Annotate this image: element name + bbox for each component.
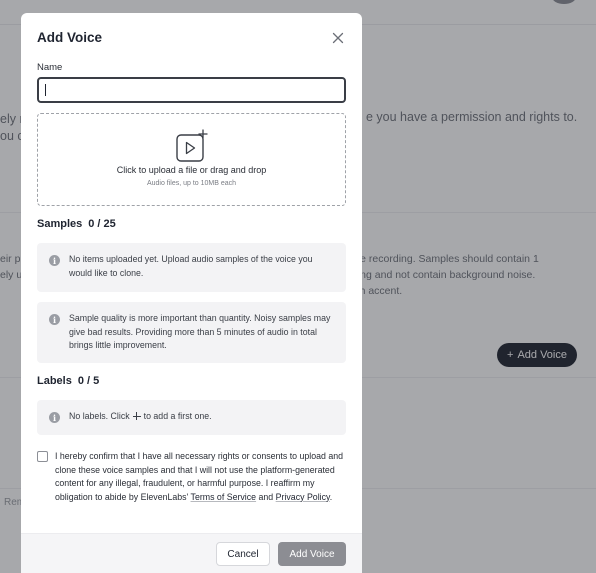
info-icon: i [49, 412, 60, 423]
modal-title: Add Voice [37, 30, 103, 45]
name-input[interactable] [37, 77, 346, 103]
sample-quality-message: Sample quality is more important than qu… [69, 313, 331, 350]
samples-empty-notice: i No items uploaded yet. Upload audio sa… [37, 243, 346, 292]
labels-empty-before: No labels. Click [69, 411, 130, 421]
samples-heading-label: Samples [37, 218, 83, 230]
samples-empty-message: No items uploaded yet. Upload audio samp… [69, 254, 313, 278]
cancel-button[interactable]: Cancel [216, 542, 270, 566]
consent-text: I hereby confirm that I have all necessa… [55, 450, 349, 504]
labels-count: 0 / 5 [77, 375, 100, 387]
labels-empty-after: to add a first one. [143, 411, 212, 421]
consent-end: . [329, 491, 333, 502]
info-icon: i [49, 314, 60, 325]
samples-heading: Samples 0 / 25 [37, 218, 116, 230]
close-icon [332, 32, 344, 44]
consent-and: and [258, 491, 274, 502]
consent-checkbox[interactable] [37, 451, 48, 462]
terms-of-service-link[interactable]: Terms of Service [191, 492, 257, 502]
add-voice-modal: Add Voice Name Click to upload a file or… [21, 13, 362, 573]
sample-quality-notice: i Sample quality is more important than … [37, 302, 346, 363]
labels-heading-label: Labels [37, 375, 72, 387]
dropzone-main-text: Click to upload a file or drag and drop [116, 165, 267, 175]
upload-audio-icon [176, 129, 208, 162]
name-label: Name [37, 62, 63, 73]
privacy-policy-link[interactable]: Privacy Policy [276, 492, 330, 502]
close-button[interactable] [330, 30, 346, 46]
file-dropzone[interactable]: Click to upload a file or drag and drop … [37, 113, 346, 206]
samples-count: 0 / 25 [88, 218, 116, 230]
modal-footer: Cancel Add Voice [21, 533, 362, 573]
labels-heading: Labels 0 / 5 [37, 375, 99, 387]
dropzone-sub-text: Audio files, up to 10MB each [146, 180, 237, 187]
labels-empty-notice: i No labels. Click to add a first one. [37, 400, 346, 435]
plus-icon[interactable] [132, 412, 141, 420]
info-icon: i [49, 255, 60, 266]
add-voice-button[interactable]: Add Voice [278, 542, 346, 566]
text-caret [45, 84, 47, 96]
labels-empty-message: No labels. Click to add a first one. [69, 410, 337, 424]
